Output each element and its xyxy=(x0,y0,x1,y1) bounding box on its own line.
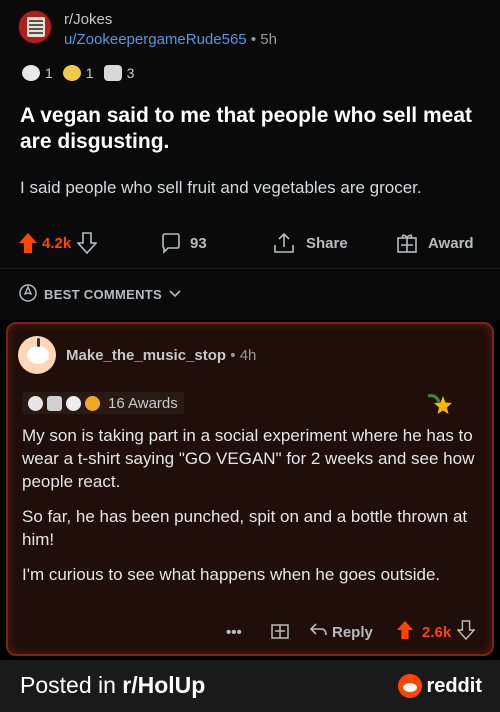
post-action-bar: 4.2k 93 Share Award xyxy=(18,230,488,256)
comment-action-bar: ••• Reply 2.6k xyxy=(8,620,492,644)
share-label: Share xyxy=(306,234,348,252)
reply-button[interactable]: Reply xyxy=(308,620,373,644)
comment-bubble-icon xyxy=(160,232,182,254)
post-header: r/Jokes u/ZookeepergameRude565 • 5h xyxy=(18,10,277,50)
reddit-alien-icon xyxy=(398,674,423,698)
comment-sort-dropdown[interactable]: BEST COMMENTS xyxy=(18,283,182,306)
gift-icon xyxy=(270,620,290,644)
subreddit-name[interactable]: r/Jokes xyxy=(64,10,277,30)
subreddit-avatar[interactable] xyxy=(18,10,52,44)
rocket-icon xyxy=(18,283,38,306)
vote-group: 4.2k xyxy=(18,230,98,256)
award-count: 1 xyxy=(45,65,53,81)
post-vote-count: 4.2k xyxy=(42,234,72,252)
reddit-logo: reddit xyxy=(398,674,482,698)
post-age: 5h xyxy=(260,31,277,48)
separator-dot: • xyxy=(230,346,236,364)
share-button[interactable]: Share xyxy=(272,230,348,256)
helpful-award-icon xyxy=(66,395,81,411)
comment-paragraph: I'm curious to see what happens when he … xyxy=(22,565,441,584)
comments-button[interactable]: 93 xyxy=(160,230,207,256)
comment-age: 4h xyxy=(239,346,257,364)
separator-dot: • xyxy=(250,31,257,48)
brand-name: reddit xyxy=(426,674,482,697)
hugz-award-icon xyxy=(103,65,122,81)
award-count: 1 xyxy=(85,65,94,81)
chevron-down-icon xyxy=(168,287,182,302)
comment-body: My son is taking part in a social experi… xyxy=(22,424,482,598)
more-options-label: ••• xyxy=(226,623,242,641)
posted-subreddit: r/HolUp xyxy=(122,672,206,698)
award-button[interactable]: Award xyxy=(396,230,474,256)
sort-label: BEST COMMENTS xyxy=(44,287,163,302)
comment-awards[interactable]: 16 Awards xyxy=(22,392,184,414)
section-divider xyxy=(0,268,500,269)
silver-award-icon xyxy=(28,395,43,411)
wholesome-award-icon xyxy=(62,65,81,81)
share-icon xyxy=(272,232,296,254)
post-title[interactable]: A vegan said to me that people who sell … xyxy=(20,103,490,155)
comment-award-button[interactable] xyxy=(270,620,290,644)
star-award-icon xyxy=(426,390,456,425)
comment-card: Make_the_music_stop • 4h 16 Awards My so… xyxy=(6,322,494,656)
avatar[interactable] xyxy=(18,336,56,374)
posted-prefix: Posted in xyxy=(20,672,123,698)
comment-vote-count: 2.6k xyxy=(422,623,452,641)
post-awards[interactable]: 1 1 3 xyxy=(22,65,144,81)
post-card: r/Jokes u/ZookeepergameRude565 • 5h 1 1 … xyxy=(0,0,500,320)
starstruck-award-icon xyxy=(85,395,100,411)
award-count: 3 xyxy=(126,65,135,81)
hugz-award-icon xyxy=(47,395,62,411)
downvote-arrow-icon[interactable] xyxy=(77,232,98,254)
reply-label: Reply xyxy=(332,623,373,641)
reply-arrow-icon xyxy=(308,621,328,643)
helpful-award-icon xyxy=(22,65,40,81)
awards-count-label: 16 Awards xyxy=(108,394,178,412)
upvote-arrow-icon[interactable] xyxy=(18,232,38,254)
upvote-arrow-icon[interactable] xyxy=(396,620,414,644)
gift-icon xyxy=(396,232,418,254)
post-author[interactable]: u/ZookeepergameRude565 xyxy=(64,31,247,48)
comment-vote-group: 2.6k xyxy=(396,620,476,644)
post-body: I said people who sell fruit and vegetab… xyxy=(20,178,422,197)
downvote-arrow-icon[interactable] xyxy=(456,620,476,644)
more-options-button[interactable]: ••• xyxy=(226,620,242,644)
comment-paragraph: So far, he has been punched, spit on and… xyxy=(22,507,468,549)
repost-footer: Posted in r/HolUp reddit xyxy=(0,660,500,712)
award-label: Award xyxy=(428,234,474,252)
comment-header: Make_the_music_stop • 4h xyxy=(18,336,256,374)
posted-in-caption: Posted in r/HolUp xyxy=(20,672,205,699)
comment-paragraph: My son is taking part in a social experi… xyxy=(22,426,475,491)
comment-author[interactable]: Make_the_music_stop xyxy=(66,347,226,364)
comment-count: 93 xyxy=(190,234,207,252)
